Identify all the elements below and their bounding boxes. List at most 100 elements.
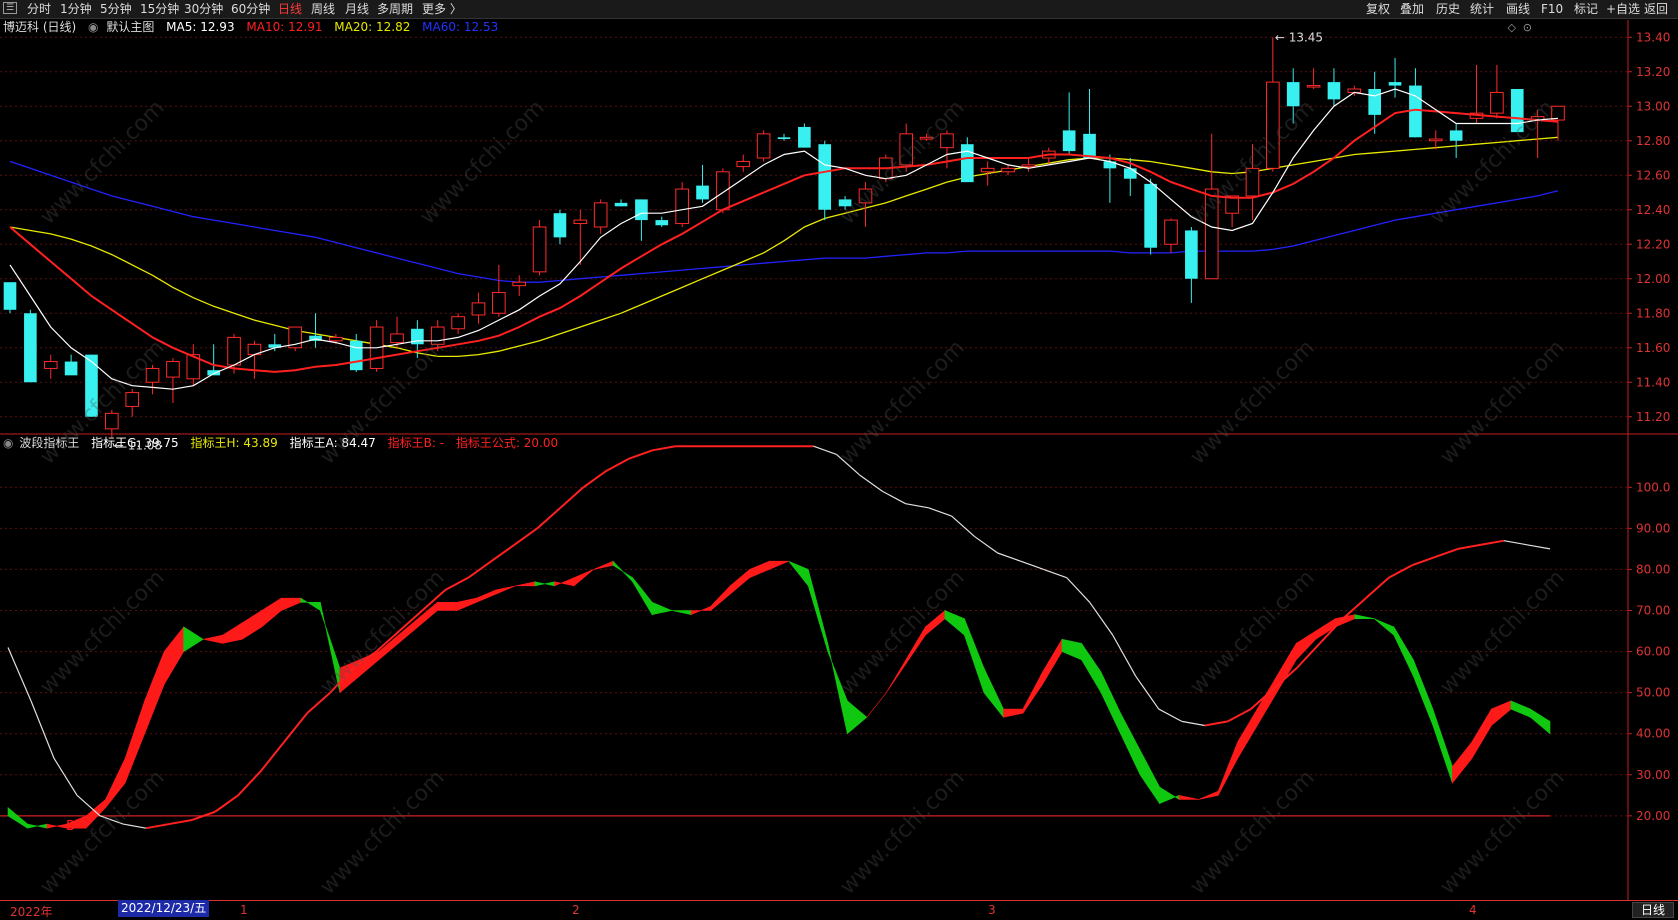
band-seg-24 <box>476 589 497 603</box>
candle-body-58 <box>1185 230 1198 279</box>
a-seg-42 <box>974 536 998 554</box>
ind-tick-label-4: 60.00 <box>1636 645 1670 659</box>
a-seg-24 <box>559 486 585 509</box>
main-tick-label-3: 12.80 <box>1636 134 1670 148</box>
a-seg-63 <box>1457 543 1482 550</box>
a-seg-65 <box>1503 540 1528 546</box>
candle-body-74 <box>1510 89 1524 133</box>
a-seg-41 <box>951 515 976 538</box>
candle-body-46 <box>940 133 954 149</box>
band-seg-58 <box>1139 750 1160 805</box>
candle-68 <box>1388 57 1402 98</box>
candle-58 <box>1185 227 1198 303</box>
candle-62 <box>1266 37 1280 172</box>
band-seg-23 <box>456 597 477 611</box>
band-seg-45 <box>886 658 907 693</box>
candle-body-70 <box>1428 138 1443 142</box>
main-tick-label-4: 12.60 <box>1636 168 1670 182</box>
candle-body-37 <box>756 133 771 159</box>
chart-canvas[interactable]: ← 13.45 ← 11.08 B 13.40 13.20 13.00 12.80 12.… <box>0 0 1678 900</box>
candle-4 <box>85 354 98 417</box>
main-tick-label-9: 11.60 <box>1636 341 1670 355</box>
band-seg-11 <box>222 622 243 644</box>
candle-73 <box>1490 64 1504 119</box>
ind-tick-label-1: 90.00 <box>1636 521 1670 535</box>
ma60-path <box>9 160 1559 283</box>
band-seg-18 <box>359 651 380 677</box>
candle-50 <box>1021 158 1036 172</box>
month-label-3: 3 <box>988 903 996 917</box>
band-seg-60 <box>1178 794 1199 800</box>
ma20-path <box>9 136 1559 358</box>
candle-0 <box>3 282 17 314</box>
band-seg-38 <box>749 560 770 579</box>
band-seg-29 <box>573 569 594 587</box>
candle-body-10 <box>207 370 220 376</box>
band-seg-28 <box>554 577 575 587</box>
band-seg-78 <box>1530 708 1551 735</box>
band-seg-55 <box>1081 642 1102 694</box>
candle-body-28 <box>573 219 588 225</box>
candle-body-5 <box>105 412 119 430</box>
a-seg-11 <box>260 741 285 772</box>
band-seg-70 <box>1374 618 1395 636</box>
candle-body-26 <box>532 226 547 273</box>
band-seg-0 <box>7 806 28 829</box>
a-seg-7 <box>168 818 193 826</box>
a-seg-39 <box>905 503 929 509</box>
y-axis: 13.40 13.20 13.00 12.80 12.60 12.40 12.20 12.00… <box>1628 30 1670 823</box>
candle-9 <box>186 344 201 386</box>
date-axis: 2022年 1 2 3 4 <box>0 900 1678 920</box>
candle-14 <box>288 326 302 352</box>
candle-body-73 <box>1490 91 1504 114</box>
candle-body-62 <box>1266 81 1280 169</box>
candle-body-68 <box>1388 82 1402 86</box>
a-seg-13 <box>306 691 331 714</box>
band-seg-25 <box>495 585 516 595</box>
candle-body-44 <box>899 133 914 166</box>
candle-76 <box>1551 105 1565 141</box>
b-marker: B <box>66 819 75 834</box>
a-seg-9 <box>214 794 239 813</box>
candle-body-22 <box>451 316 465 330</box>
a-seg-45 <box>1043 568 1067 579</box>
candle-25 <box>512 275 527 296</box>
month-label-1: 1 <box>240 903 248 917</box>
candle-body-0 <box>3 282 17 310</box>
ma60-line <box>9 160 1559 283</box>
candle-13 <box>268 333 282 352</box>
band-seg-76 <box>1491 700 1512 727</box>
candle-body-41 <box>838 199 852 207</box>
main-tick-label-7: 12.00 <box>1636 272 1670 286</box>
candle-body-7 <box>145 367 160 383</box>
candle-body-55 <box>1123 168 1137 179</box>
candle-22 <box>451 313 465 334</box>
candle-body-59 <box>1204 188 1219 280</box>
a-seg-62 <box>1434 547 1459 559</box>
candle-40 <box>818 140 832 221</box>
month-label-4: 4 <box>1469 903 1477 917</box>
candle-71 <box>1449 123 1463 158</box>
candle-66 <box>1347 85 1362 96</box>
candle-body-27 <box>553 213 567 238</box>
band-seg-12 <box>241 609 263 640</box>
candle-63 <box>1286 68 1300 124</box>
band-seg-62 <box>1217 741 1238 796</box>
ind-tick-label-0: 100.0 <box>1636 480 1670 494</box>
a-seg-52 <box>1204 720 1228 727</box>
candle-body-8 <box>166 361 180 378</box>
candle-42 <box>858 182 873 227</box>
band-seg-59 <box>1159 786 1180 804</box>
candle-body-23 <box>471 302 486 316</box>
candle-body-1 <box>24 313 37 383</box>
a-seg-19 <box>444 576 469 591</box>
candle-6 <box>125 389 140 417</box>
band-seg-65 <box>1276 642 1297 694</box>
candle-33 <box>675 182 689 227</box>
candle-7 <box>145 365 160 395</box>
period-button[interactable]: 日线 <box>1631 902 1674 918</box>
a-seg-23 <box>536 507 562 530</box>
candle-35 <box>716 168 730 214</box>
candle-body-29 <box>593 202 608 228</box>
main-tick-label-2: 13.00 <box>1636 99 1670 113</box>
